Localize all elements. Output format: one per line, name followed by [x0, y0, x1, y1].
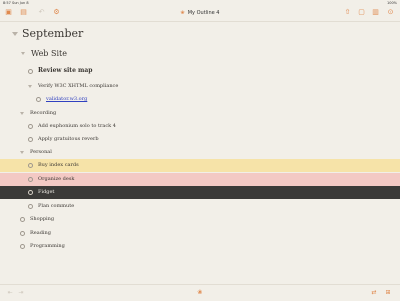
- outline-row-plan-commute[interactable]: Plan commute: [0, 201, 400, 212]
- battery-status: 100%: [386, 0, 397, 5]
- bullet-icon[interactable]: [28, 163, 34, 169]
- bullet-icon[interactable]: [28, 190, 34, 196]
- outline-row-programming[interactable]: Programming: [0, 241, 400, 252]
- outline-item-text[interactable]: Recording: [30, 110, 56, 116]
- bullet-icon[interactable]: [28, 177, 34, 183]
- outline-item-text[interactable]: Verify W3C XHTML compliance: [38, 83, 118, 89]
- indent-icon[interactable]: ⇥: [17, 289, 25, 297]
- outline-item-text[interactable]: Organize desk: [38, 176, 74, 182]
- bullet-icon[interactable]: [28, 124, 34, 130]
- outline-row-september[interactable]: September: [0, 24, 400, 44]
- bottom-toolbar: ⇤ ⇥ ❀ ⇄ ⊞: [0, 284, 400, 301]
- outline-item-text[interactable]: Web Site: [31, 49, 67, 58]
- outline-item-text[interactable]: Fidget: [38, 189, 54, 195]
- disclosure-triangle-icon[interactable]: [28, 85, 32, 88]
- disclosure-triangle-icon[interactable]: [21, 52, 25, 55]
- disclosure-triangle-icon[interactable]: [20, 112, 24, 115]
- outdent-icon[interactable]: ⇤: [6, 289, 14, 297]
- disclosure-triangle-icon[interactable]: [12, 32, 18, 36]
- outline-row-recording[interactable]: Recording: [0, 108, 400, 119]
- outline-item-text[interactable]: Buy index cards: [38, 162, 79, 168]
- bullet-icon[interactable]: [28, 69, 34, 75]
- document-title: ❀ My Outline 4: [0, 10, 400, 16]
- share-icon[interactable]: ⇧: [343, 8, 352, 17]
- outline-row-validator-link[interactable]: validator.w3.org: [0, 94, 400, 105]
- outline-item-text[interactable]: Personal: [30, 149, 52, 155]
- outline-row-verify-compliance[interactable]: Verify W3C XHTML compliance: [0, 81, 400, 92]
- app-logo-icon[interactable]: ❀: [196, 289, 204, 297]
- add-row-icon[interactable]: ⊞: [384, 289, 392, 297]
- outline-item-text[interactable]: Apply gratuitous reverb: [38, 136, 99, 142]
- bullet-icon[interactable]: [28, 204, 34, 210]
- outline-row-personal[interactable]: Personal: [0, 147, 400, 158]
- outline-row-buy-index-cards[interactable]: Buy index cards: [0, 159, 400, 172]
- outline-row-review-site-map[interactable]: Review site map: [0, 65, 400, 77]
- outline-row-fidget[interactable]: Fidget: [0, 186, 400, 199]
- outline-row-reading[interactable]: Reading: [0, 228, 400, 239]
- outline-row-add-euphonium[interactable]: Add euphonium solo to track 4: [0, 121, 400, 132]
- bullet-icon[interactable]: [36, 97, 42, 103]
- bullet-icon[interactable]: [20, 217, 26, 223]
- outline-item-text[interactable]: Reading: [30, 230, 51, 236]
- outline-heading[interactable]: September: [22, 27, 83, 40]
- document-title-text: My Outline 4: [187, 10, 220, 16]
- outline-item-text[interactable]: Review site map: [38, 67, 92, 74]
- app-logo-icon: ❀: [180, 10, 185, 16]
- outline-item-text[interactable]: Programming: [30, 243, 65, 249]
- disclosure-triangle-icon[interactable]: [20, 151, 24, 154]
- move-icon[interactable]: ⇄: [370, 289, 378, 297]
- validator-link[interactable]: validator.w3.org: [46, 96, 87, 102]
- settings-icon[interactable]: ⊙: [386, 8, 395, 17]
- outline-row-apply-reverb[interactable]: Apply gratuitous reverb: [0, 134, 400, 145]
- outline-item-text[interactable]: Add euphonium solo to track 4: [38, 123, 116, 129]
- outline-item-text[interactable]: Plan commute: [38, 203, 74, 209]
- outline-row-organize-desk[interactable]: Organize desk: [0, 173, 400, 186]
- outline-row-web-site[interactable]: Web Site: [0, 47, 400, 61]
- toolbar: ▣ ▤ ↶ ⚙ ❀ My Outline 4 ⇧ ▢ ▥ ⊙: [0, 5, 400, 22]
- bullet-icon[interactable]: [20, 231, 26, 237]
- outline-item-text[interactable]: Shopping: [30, 216, 54, 222]
- outline-row-shopping[interactable]: Shopping: [0, 214, 400, 225]
- status-time: 8:57 Sun Jun 8: [3, 0, 29, 5]
- columns-icon[interactable]: ▥: [371, 8, 380, 17]
- bullet-icon[interactable]: [28, 137, 34, 143]
- inspector-icon[interactable]: ▢: [357, 8, 366, 17]
- bullet-icon[interactable]: [20, 244, 26, 250]
